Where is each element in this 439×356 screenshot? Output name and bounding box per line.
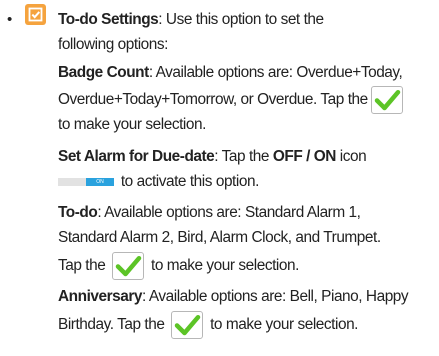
set-alarm-icon-text: icon (335, 148, 367, 165)
todo-alarm-line-2: Standard Alarm 2, Bird, Alarm Clock, and… (58, 229, 381, 246)
checkmark-icon (112, 251, 145, 280)
todo-settings-intro: : Use this option to set the (158, 11, 324, 28)
badge-count-text: : Available options are: Overdue+Today, (148, 64, 403, 81)
anniversary-text: : Available options are: Bell, Piano, Ha… (142, 288, 409, 305)
checkmark-icon (370, 85, 403, 114)
anniversary-label: Anniversary (58, 288, 143, 305)
options-list: Badge Count: Available options are: Over… (58, 60, 438, 342)
anniversary-selection-text: to make your selection. (206, 316, 358, 333)
todo-settings-intro-line-2: following options: (58, 36, 168, 53)
todo-alarm-tap-text: Tap the (58, 257, 110, 274)
badge-count-text-2: Overdue+Today+Tomorrow, or Overdue. Tap … (58, 91, 368, 108)
todo-settings-line-1: To-do Settings: Use this option to set t… (58, 7, 438, 32)
todo-alarm-selection-text: to make your selection. (147, 257, 299, 274)
checkbox-icon (25, 4, 46, 25)
anniversary-tap-text: Birthday. Tap the (58, 316, 169, 333)
todo-settings-section: To-do Settings: Use this option to set t… (58, 7, 438, 60)
todo-alarm-line-1: To-do: Available options are: Standard A… (58, 200, 438, 225)
bullet-marker: • (7, 11, 12, 28)
off-on-label: OFF / ON (272, 148, 337, 165)
todo-alarm-label: To-do (58, 204, 98, 221)
set-alarm-text: : Tap the (214, 148, 273, 165)
anniversary-line-2: Birthday. Tap the to make your selection… (58, 307, 438, 342)
anniversary-line-1: Anniversary: Available options are: Bell… (58, 284, 438, 309)
set-alarm-label: Set Alarm for Due-date (58, 148, 215, 165)
badge-count-label: Badge Count (58, 64, 149, 81)
set-alarm-line-2: ON to activate this option. (58, 169, 438, 194)
checkmark-icon (171, 310, 204, 339)
todo-settings-title: To-do Settings (58, 11, 159, 28)
set-alarm-text-3: to activate this option. (117, 173, 260, 190)
toggle-switch-icon: ON (58, 177, 114, 186)
todo-alarm-line-3: Tap the to make your selection. (58, 248, 438, 283)
set-alarm-line-1: Set Alarm for Due-date: Tap the OFF / ON… (58, 144, 438, 169)
toggle-on-label: ON (86, 177, 114, 186)
todo-alarm-text: : Available options are: Standard Alarm … (97, 204, 361, 221)
